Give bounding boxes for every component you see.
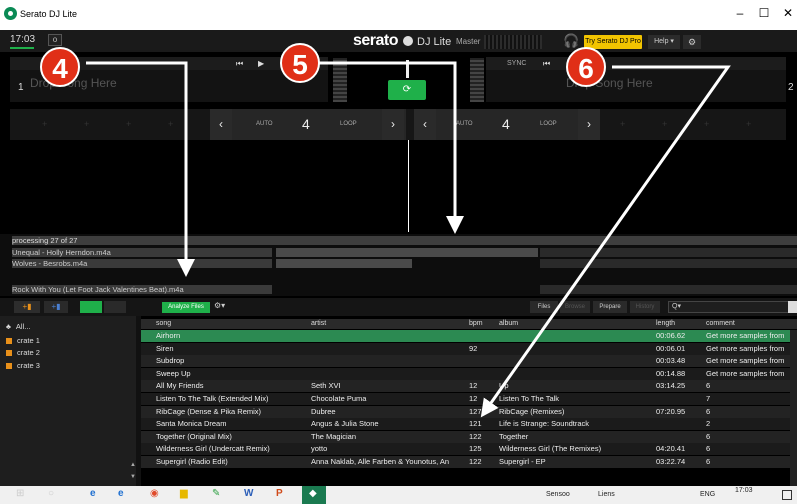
callout-6: 6	[566, 47, 606, 87]
callout-4: 4	[40, 47, 80, 87]
callout-5: 5	[280, 43, 320, 83]
callout-4-arrow	[86, 61, 195, 277]
callout-arrows	[86, 61, 731, 418]
callout-5-arrow	[318, 61, 464, 234]
callout-6-arrow	[480, 65, 731, 418]
